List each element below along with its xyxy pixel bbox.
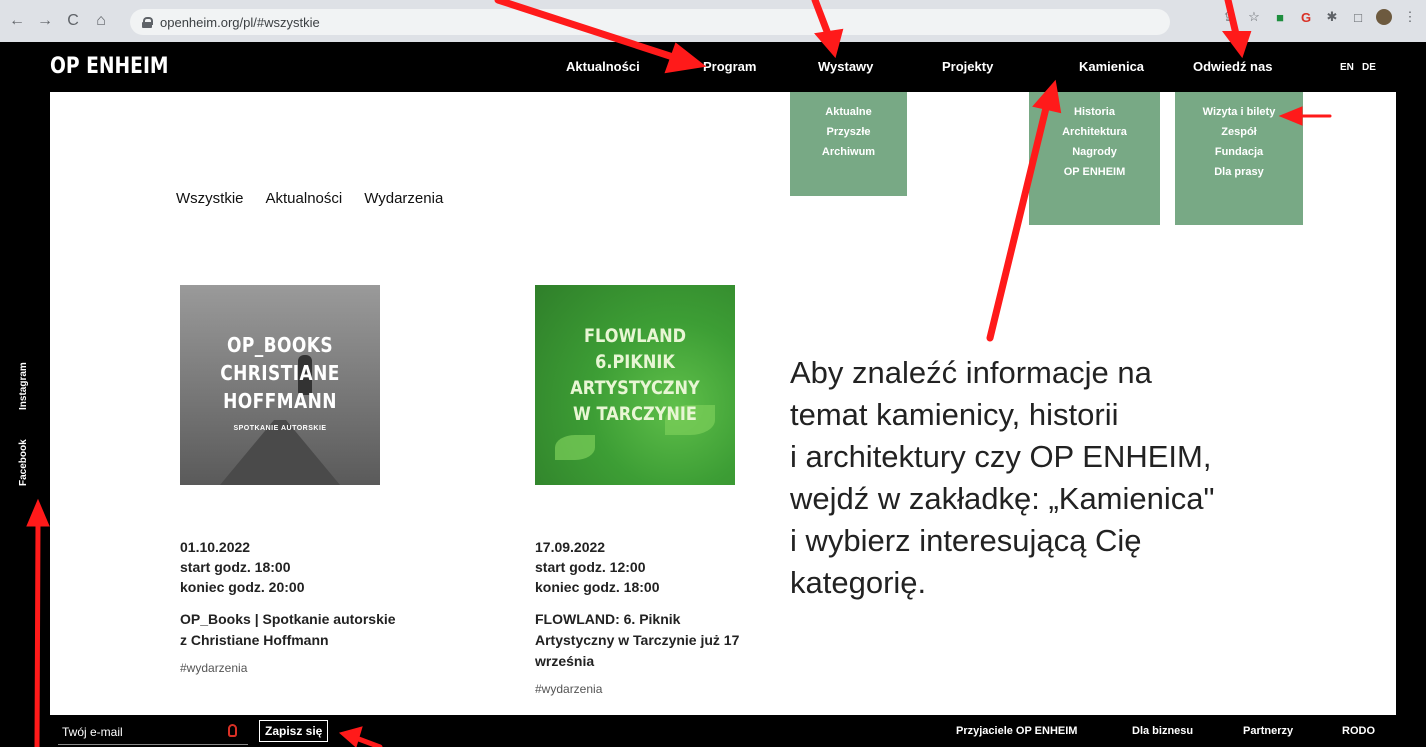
nav-kamienica[interactable]: Kamienica bbox=[1079, 59, 1144, 74]
dropdown-item[interactable]: Aktualne bbox=[790, 102, 907, 122]
thumb-title-line: W TARCZYNIE bbox=[573, 403, 697, 425]
footer-link-dla-biznesu[interactable]: Dla biznesu bbox=[1132, 725, 1193, 737]
annotation-text: Aby znaleźć informacje na temat kamienic… bbox=[790, 352, 1410, 604]
page: ← → C ⌂ openheim.org/pl/#wszystkie ⇪ ☆ ■… bbox=[0, 0, 1426, 747]
dropdown-wystawy: Aktualne Przyszłe Archiwum bbox=[790, 92, 907, 196]
dropdown-item[interactable]: Dla prasy bbox=[1175, 162, 1303, 182]
site-header: OP ENHEIM Aktualności Program Wystawy Pr… bbox=[0, 42, 1426, 92]
home-icon[interactable]: ⌂ bbox=[90, 10, 112, 32]
event-card[interactable]: OP_BOOKS CHRISTIANE HOFFMANN SPOTKANIE A… bbox=[180, 285, 410, 675]
address-bar[interactable]: openheim.org/pl/#wszystkie bbox=[130, 9, 1170, 35]
dropdown-kamienica: Historia Architektura Nagrody OP ENHEIM bbox=[1029, 92, 1160, 225]
event-date: 01.10.2022 bbox=[180, 539, 251, 555]
footer-link-przyjaciele[interactable]: Przyjaciele OP ENHEIM bbox=[956, 725, 1077, 737]
lock-icon bbox=[142, 16, 153, 28]
email-input[interactable]: Twój e-mail bbox=[62, 725, 123, 739]
event-title[interactable]: FLOWLAND: 6. Piknik Artystyczny w Tarczy… bbox=[535, 609, 760, 672]
lang-de[interactable]: DE bbox=[1362, 62, 1376, 73]
thumb-title-line: HOFFMANN bbox=[223, 389, 337, 413]
event-title[interactable]: OP_Books | Spotkanie autorskie z Christi… bbox=[180, 609, 405, 651]
dropdown-item[interactable]: Nagrody bbox=[1029, 142, 1160, 162]
dropdown-item[interactable]: OP ENHEIM bbox=[1029, 162, 1160, 182]
annotation-line: i wybierz interesującą Cię bbox=[790, 523, 1142, 558]
event-start-time: start godz. 12:00 bbox=[535, 559, 646, 575]
dropdown-item[interactable]: Fundacja bbox=[1175, 142, 1303, 162]
event-end-time: koniec godz. 20:00 bbox=[180, 579, 305, 595]
event-end-time: koniec godz. 18:00 bbox=[535, 579, 660, 595]
dropdown-odwiedz-nas: Wizyta i bilety Zespół Fundacja Dla pras… bbox=[1175, 92, 1303, 225]
extensions-puzzle-icon[interactable]: ✱ bbox=[1324, 9, 1340, 25]
dropdown-item[interactable]: Architektura bbox=[1029, 122, 1160, 142]
thumb-leaf-shape bbox=[555, 435, 595, 460]
event-thumbnail[interactable]: OP_BOOKS CHRISTIANE HOFFMANN SPOTKANIE A… bbox=[180, 285, 380, 485]
footer-link-partnerzy[interactable]: Partnerzy bbox=[1243, 725, 1293, 737]
browser-toolbar: ← → C ⌂ openheim.org/pl/#wszystkie ⇪ ☆ ■… bbox=[0, 0, 1426, 42]
filter-tabs: Wszystkie Aktualności Wydarzenia bbox=[176, 190, 443, 207]
subscribe-button[interactable]: Zapisz się bbox=[259, 720, 329, 742]
thumb-title-line: ARTYSTYCZNY bbox=[570, 377, 700, 399]
site-logo[interactable]: OP ENHEIM bbox=[50, 54, 169, 79]
thumb-title-line: CHRISTIANE bbox=[220, 361, 340, 385]
translate-extension-icon[interactable]: ■ bbox=[1272, 9, 1288, 25]
thumb-title-line: FLOWLAND bbox=[583, 325, 686, 347]
menu-kebab-icon[interactable]: ⋮ bbox=[1402, 9, 1418, 25]
social-sidebar: Instagram Facebook bbox=[16, 0, 46, 747]
dropdown-item[interactable]: Zespół bbox=[1175, 122, 1303, 142]
thumb-title-line: OP_BOOKS bbox=[226, 333, 334, 357]
annotation-line: kategorię. bbox=[790, 565, 927, 600]
nav-program[interactable]: Program bbox=[703, 59, 756, 74]
social-instagram[interactable]: Instagram bbox=[18, 362, 29, 410]
lang-en[interactable]: EN bbox=[1340, 62, 1354, 73]
dropdown-item[interactable]: Historia bbox=[1029, 102, 1160, 122]
nav-wystawy[interactable]: Wystawy bbox=[818, 59, 873, 74]
share-icon[interactable]: ⇪ bbox=[1220, 9, 1236, 25]
nav-aktualnosci[interactable]: Aktualności bbox=[566, 59, 640, 74]
thumb-title-line: 6.PIKNIK bbox=[595, 351, 675, 373]
annotation-line: wejdź w zakładkę: „Kamienica" bbox=[790, 481, 1215, 516]
filter-aktualnosci[interactable]: Aktualności bbox=[266, 190, 343, 207]
annotation-line: temat kamienicy, historii bbox=[790, 397, 1119, 432]
footer-link-rodo[interactable]: RODO bbox=[1342, 725, 1375, 737]
dropdown-item[interactable]: Archiwum bbox=[790, 142, 907, 162]
annotation-line: Aby znaleźć informacje na bbox=[790, 355, 1152, 390]
event-tag[interactable]: #wydarzenia bbox=[180, 661, 410, 675]
url-text: openheim.org/pl/#wszystkie bbox=[160, 14, 320, 30]
email-input-underline bbox=[58, 744, 248, 745]
annotation-line: i architektury czy OP ENHEIM, bbox=[790, 439, 1212, 474]
window-icon[interactable]: □ bbox=[1350, 9, 1366, 25]
extensions-area: ⇪ ☆ ■ G ✱ □ ⋮ bbox=[1220, 9, 1418, 25]
event-start-time: start godz. 18:00 bbox=[180, 559, 291, 575]
dropdown-item[interactable]: Przyszłe bbox=[790, 122, 907, 142]
bookmark-star-icon[interactable]: ☆ bbox=[1246, 9, 1262, 25]
required-field-icon bbox=[228, 724, 237, 737]
event-thumbnail[interactable]: FLOWLAND 6.PIKNIK ARTYSTYCZNY W TARCZYNI… bbox=[535, 285, 735, 485]
event-card[interactable]: FLOWLAND 6.PIKNIK ARTYSTYCZNY W TARCZYNI… bbox=[535, 285, 765, 696]
thumb-subtitle: SPOTKANIE AUTORSKIE bbox=[233, 425, 327, 432]
reload-icon[interactable]: C bbox=[62, 10, 84, 32]
site-footer: Twój e-mail Zapisz się Przyjaciele OP EN… bbox=[0, 715, 1426, 747]
nav-odwiedz-nas[interactable]: Odwiedź nas bbox=[1193, 59, 1272, 74]
profile-avatar-icon[interactable] bbox=[1376, 9, 1392, 25]
social-facebook[interactable]: Facebook bbox=[18, 439, 29, 486]
nav-projekty[interactable]: Projekty bbox=[942, 59, 993, 74]
extension-red-icon[interactable]: G bbox=[1298, 9, 1314, 25]
event-date: 17.09.2022 bbox=[535, 539, 606, 555]
filter-wszystkie[interactable]: Wszystkie bbox=[176, 190, 244, 207]
event-tag[interactable]: #wydarzenia bbox=[535, 682, 765, 696]
filter-wydarzenia[interactable]: Wydarzenia bbox=[364, 190, 443, 207]
dropdown-item[interactable]: Wizyta i bilety bbox=[1175, 102, 1303, 122]
